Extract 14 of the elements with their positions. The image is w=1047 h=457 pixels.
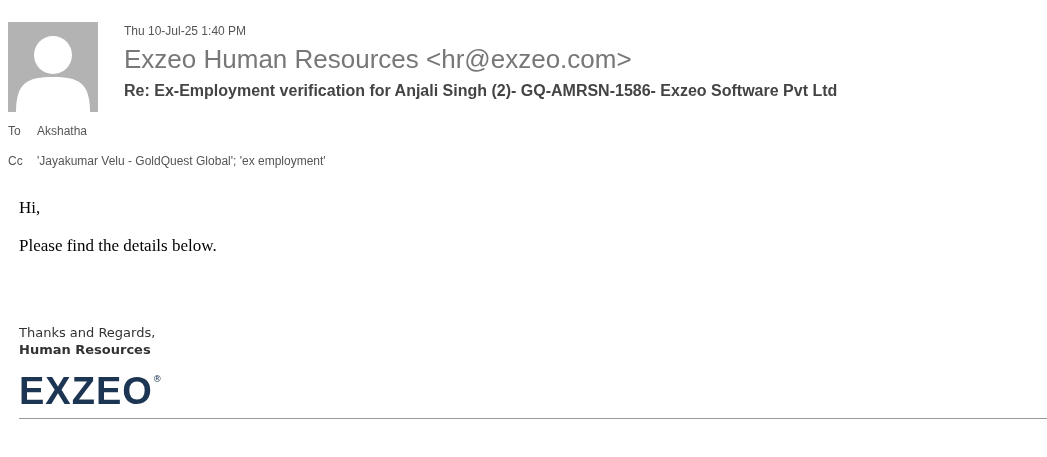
sender-name: Exzeo Human Resources <hr@exzeo.com> [124, 44, 633, 76]
sent-date: Thu 10-Jul-25 1:40 PM [124, 24, 248, 40]
avatar-icon [8, 22, 98, 112]
recipient-names: Akshatha [37, 124, 88, 138]
email-subject: Re: Ex-Employment verification for Anjali Singh (2)- GQ-AMRSN-1586- Exzeo Software Pvt Ltd [124, 82, 839, 100]
recipient-label: To [8, 124, 22, 138]
recipient-names: 'Jayakumar Velu - GoldQuest Global'; 'ex employment' [37, 154, 326, 168]
signature-closing: Thanks and Regards, [19, 324, 157, 341]
company-logo: EXZEO [19, 374, 153, 408]
registered-mark: ® [152, 374, 162, 384]
signature-name: Human Resources [19, 341, 152, 358]
body-paragraph: Hi, [19, 198, 42, 218]
recipient-label: Cc [8, 154, 24, 168]
body-paragraph: Please find the details below. [19, 236, 218, 256]
